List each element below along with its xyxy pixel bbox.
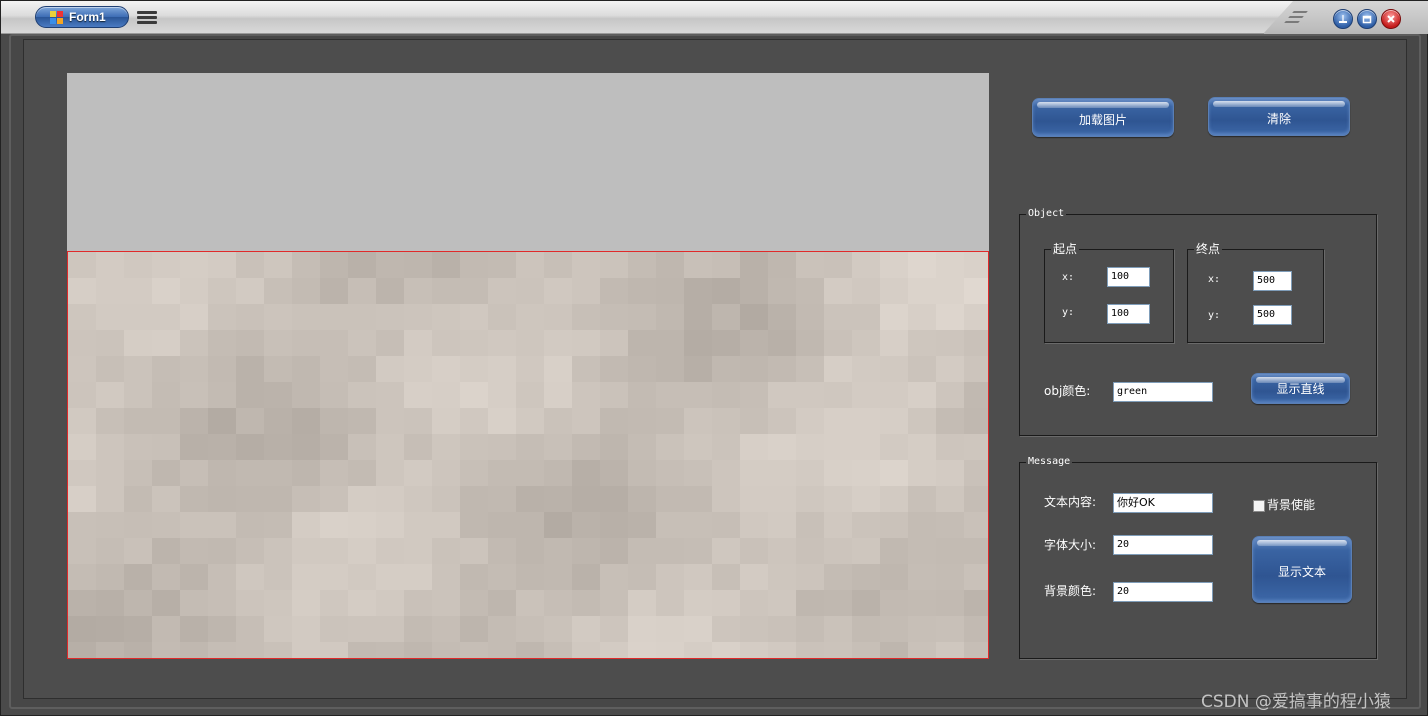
end-x-label: x:	[1208, 274, 1221, 285]
picture-box[interactable]	[67, 251, 989, 659]
obj-color-input[interactable]: green	[1113, 382, 1213, 402]
start-y-input[interactable]: 100	[1107, 304, 1150, 324]
bg-color-input[interactable]: 20	[1113, 582, 1213, 602]
watermark: CSDN @爱搞事的程小猿	[1201, 692, 1391, 712]
load-image-button[interactable]: 加载图片	[1032, 98, 1174, 137]
start-y-label: y:	[1062, 307, 1075, 318]
message-group-title: Message	[1026, 456, 1073, 468]
grip-icon	[1284, 11, 1308, 25]
bg-color-label: 背景颜色:	[1044, 584, 1097, 598]
object-group-title: Object	[1026, 208, 1067, 220]
close-icon[interactable]	[1381, 9, 1401, 29]
end-y-input[interactable]: 500	[1253, 305, 1292, 325]
font-size-label: 字体大小:	[1044, 538, 1097, 552]
menu-icon[interactable]	[137, 11, 157, 25]
start-x-label: x:	[1062, 272, 1075, 283]
clear-button[interactable]: 清除	[1208, 97, 1350, 136]
show-line-button[interactable]: 显示直线	[1251, 373, 1350, 404]
bg-enable-checkbox[interactable]	[1253, 500, 1265, 512]
title-bar[interactable]: Form1	[1, 1, 1428, 34]
end-y-label: y:	[1208, 310, 1221, 321]
start-point-title: 起点	[1051, 242, 1080, 256]
end-point-group: 终点	[1187, 242, 1324, 343]
app-icon	[50, 11, 64, 24]
start-point-group: 起点	[1044, 242, 1174, 343]
bg-enable-label[interactable]: 背景使能	[1267, 498, 1315, 512]
obj-color-label: obj颜色:	[1044, 384, 1091, 398]
text-content-input[interactable]: 你好OK	[1113, 493, 1213, 513]
title-pill[interactable]: Form1	[35, 6, 129, 28]
window-title: Form1	[69, 10, 106, 24]
font-size-input[interactable]: 20	[1113, 535, 1213, 555]
end-point-title: 终点	[1194, 242, 1223, 256]
start-x-input[interactable]: 100	[1107, 267, 1150, 287]
restore-icon[interactable]	[1357, 9, 1377, 29]
end-x-input[interactable]: 500	[1253, 271, 1292, 291]
main-window: Form1 加载图片 清除 Object 起点 x: 100 y: 100 终点…	[0, 0, 1428, 716]
minimize-icon[interactable]	[1333, 9, 1353, 29]
loaded-image	[68, 252, 988, 658]
text-content-label: 文本内容:	[1044, 495, 1097, 509]
show-text-button[interactable]: 显示文本	[1252, 536, 1352, 603]
